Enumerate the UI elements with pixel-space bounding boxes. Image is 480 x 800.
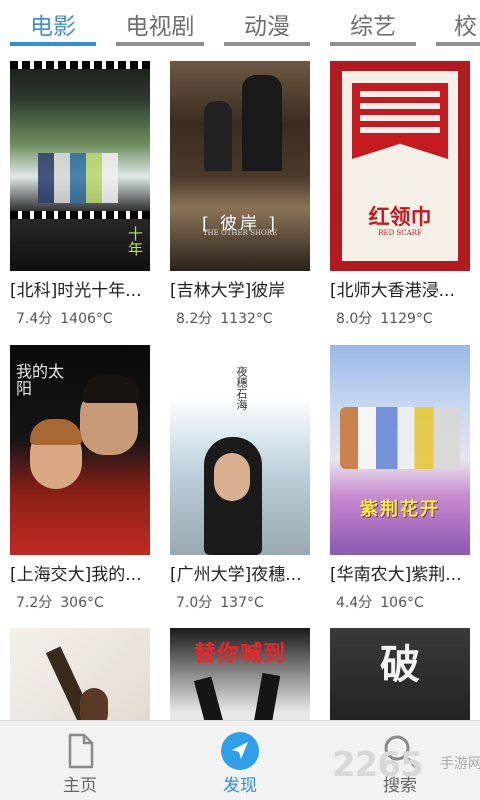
- document-icon: [68, 733, 94, 769]
- poster-subtitle: RED SCARF: [378, 229, 422, 237]
- movie-temperature: 1132°C: [220, 311, 273, 327]
- tab-label: 综艺: [350, 14, 396, 40]
- poster-subtitle: THE OTHER SHORE: [202, 229, 278, 237]
- tab-label: 校: [454, 14, 477, 40]
- movie-card[interactable]: 夜穗石海 [广州大学]夜穗... 7.0分 137°C: [170, 345, 310, 611]
- poster-title: 夜穗石海: [235, 366, 248, 410]
- movie-poster: 替你喊到: [170, 628, 310, 720]
- compass-icon: [221, 732, 259, 770]
- movie-card[interactable]: [10, 628, 150, 720]
- movie-card[interactable]: [ 彼岸 ] THE OTHER SHORE [吉林大学]彼岸 8.2分 1132…: [170, 61, 310, 327]
- poster-title: 我的太阳: [16, 362, 65, 398]
- tab-variety[interactable]: 综艺: [330, 0, 416, 50]
- movie-title: [广州大学]夜穗...: [170, 565, 302, 585]
- nav-discover[interactable]: 发现: [180, 721, 300, 800]
- movie-meta: 8.2分 1132°C: [176, 308, 273, 328]
- tab-label: 动漫: [244, 14, 290, 40]
- movie-meta: 4.4分 106°C: [336, 592, 424, 612]
- movie-temperature: 106°C: [380, 595, 424, 611]
- movie-meta: 8.0分 1129°C: [336, 308, 433, 328]
- movie-rating: 8.0分: [336, 311, 373, 327]
- movie-card[interactable]: 破: [330, 628, 470, 720]
- poster-title: 十年: [126, 226, 144, 256]
- tab-movies[interactable]: 电影: [10, 0, 96, 50]
- poster-title: 破: [380, 641, 420, 688]
- tab-anime[interactable]: 动漫: [224, 0, 310, 50]
- tab-indicator: [116, 42, 204, 46]
- poster-title: 紫荆花开: [360, 499, 440, 520]
- movie-rating: 7.0分: [176, 595, 213, 611]
- movie-title: [北科]时光十年...: [10, 281, 142, 301]
- movie-temperature: 306°C: [60, 595, 104, 611]
- movie-title: [吉林大学]彼岸: [170, 281, 286, 301]
- movie-title: [北师大香港浸...: [330, 281, 455, 301]
- movie-poster: 夜穗石海: [170, 345, 310, 555]
- movie-meta: 7.4分 1406°C: [16, 308, 113, 328]
- movie-poster: 破: [330, 628, 470, 720]
- movie-poster: 红领巾 RED SCARF: [330, 61, 470, 271]
- movie-temperature: 137°C: [220, 595, 264, 611]
- movie-card[interactable]: 紫荆花开 [华南农大]紫荆... 4.4分 106°C: [330, 345, 470, 611]
- movie-meta: 7.0分 137°C: [176, 592, 264, 612]
- movie-title: [华南农大]紫荆...: [330, 565, 462, 585]
- movie-poster: 我的太阳: [10, 345, 150, 555]
- poster-title: 替你喊到: [193, 642, 286, 667]
- nav-label: 主页: [63, 776, 97, 796]
- tab-indicator: [436, 42, 480, 46]
- movie-grid: 十年 [北科]时光十年... 7.4分 1406°C [ 彼岸 ] THE OTH…: [0, 50, 480, 720]
- watermark-text: 手游网: [440, 756, 480, 772]
- tab-tv-series[interactable]: 电视剧: [116, 0, 204, 50]
- movie-temperature: 1129°C: [380, 311, 433, 327]
- movie-poster: 紫荆花开: [330, 345, 470, 555]
- tab-label: 电影: [30, 14, 76, 40]
- movie-poster: [ 彼岸 ] THE OTHER SHORE: [170, 61, 310, 271]
- movie-temperature: 1406°C: [60, 311, 113, 327]
- poster-title: 红领巾: [368, 205, 432, 229]
- movie-card[interactable]: 替你喊到: [170, 628, 310, 720]
- watermark-number: 2265: [332, 745, 424, 785]
- movie-card[interactable]: 红领巾 RED SCARF [北师大香港浸... 8.0分 1129°C: [330, 61, 470, 327]
- movie-rating: 7.4分: [16, 311, 53, 327]
- nav-label: 发现: [223, 776, 257, 796]
- movie-rating: 4.4分: [336, 595, 373, 611]
- movie-title: [上海交大]我的...: [10, 565, 142, 585]
- movie-poster: [10, 628, 150, 720]
- tab-label: 电视剧: [125, 14, 195, 40]
- movie-rating: 7.2分: [16, 595, 53, 611]
- movie-card[interactable]: 我的太阳 [上海交大]我的... 7.2分 306°C: [10, 345, 150, 611]
- tab-campus[interactable]: 校: [436, 0, 480, 50]
- category-tabs: 电影 电视剧 动漫 综艺 校: [0, 0, 480, 50]
- tab-indicator: [224, 42, 310, 46]
- movie-rating: 8.2分: [176, 311, 213, 327]
- nav-home[interactable]: 主页: [20, 721, 140, 800]
- movie-meta: 7.2分 306°C: [16, 592, 104, 612]
- watermark-logo: 2265 手游网: [332, 745, 480, 785]
- movie-poster: 十年: [10, 61, 150, 271]
- tab-indicator: [10, 42, 96, 46]
- tab-indicator: [330, 42, 416, 46]
- movie-card[interactable]: 十年 [北科]时光十年... 7.4分 1406°C: [10, 61, 150, 327]
